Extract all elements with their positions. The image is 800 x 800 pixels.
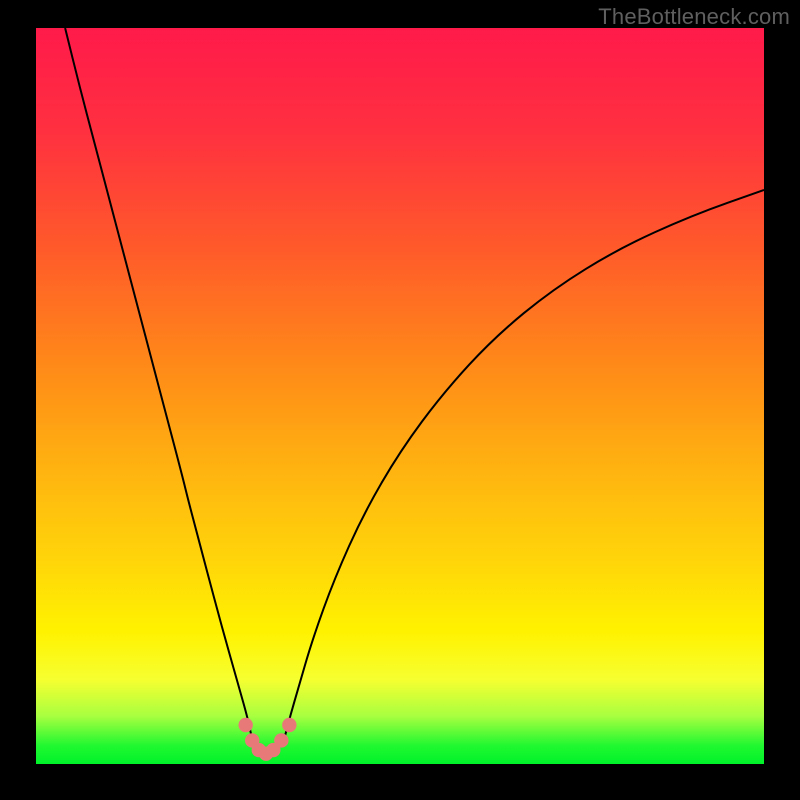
chart-frame: TheBottleneck.com xyxy=(0,0,800,800)
watermark-text: TheBottleneck.com xyxy=(598,4,790,30)
valley-marker xyxy=(238,718,252,732)
gradient-background xyxy=(36,28,764,764)
plot-area xyxy=(36,28,764,764)
valley-marker xyxy=(274,733,288,747)
bottleneck-chart xyxy=(36,28,764,764)
valley-marker xyxy=(282,718,296,732)
